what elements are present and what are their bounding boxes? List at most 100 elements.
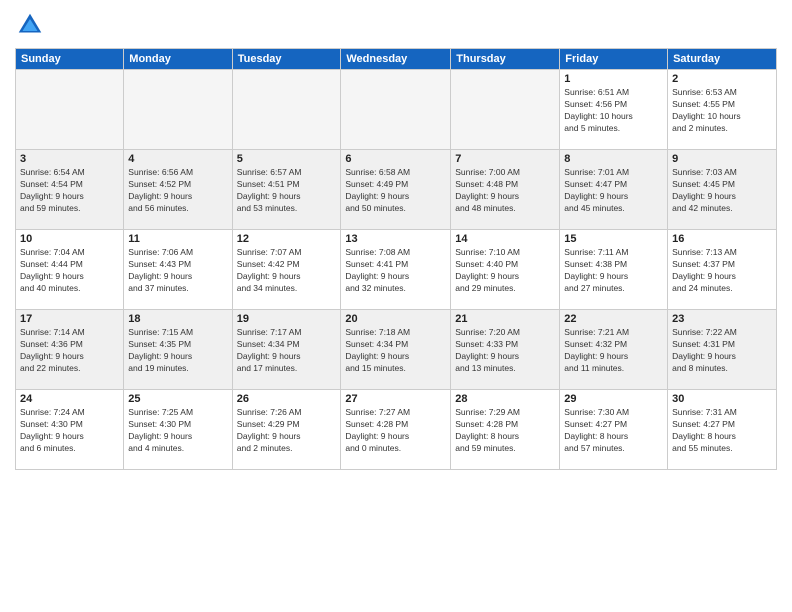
day-info: Sunrise: 7:10 AMSunset: 4:40 PMDaylight:…	[455, 247, 555, 295]
calendar-cell: 30 Sunrise: 7:31 AMSunset: 4:27 PMDayligh…	[668, 390, 777, 470]
calendar: SundayMondayTuesdayWednesdayThursdayFrid…	[15, 48, 777, 470]
calendar-cell: 5 Sunrise: 6:57 AMSunset: 4:51 PMDaylight…	[232, 150, 341, 230]
calendar-cell: 21 Sunrise: 7:20 AMSunset: 4:33 PMDayligh…	[451, 310, 560, 390]
calendar-cell: 29 Sunrise: 7:30 AMSunset: 4:27 PMDayligh…	[560, 390, 668, 470]
calendar-cell: 4 Sunrise: 6:56 AMSunset: 4:52 PMDaylight…	[124, 150, 232, 230]
day-number: 11	[128, 233, 227, 245]
day-info: Sunrise: 6:57 AMSunset: 4:51 PMDaylight:…	[237, 167, 337, 215]
day-number: 28	[455, 393, 555, 405]
calendar-cell: 24 Sunrise: 7:24 AMSunset: 4:30 PMDayligh…	[16, 390, 124, 470]
day-info: Sunrise: 7:24 AMSunset: 4:30 PMDaylight:…	[20, 407, 119, 455]
calendar-header-monday: Monday	[124, 49, 232, 70]
day-number: 1	[564, 73, 663, 85]
day-number: 22	[564, 313, 663, 325]
calendar-cell	[232, 70, 341, 150]
day-info: Sunrise: 7:08 AMSunset: 4:41 PMDaylight:…	[345, 247, 446, 295]
day-number: 17	[20, 313, 119, 325]
day-info: Sunrise: 7:03 AMSunset: 4:45 PMDaylight:…	[672, 167, 772, 215]
logo	[15, 10, 49, 40]
day-info: Sunrise: 7:15 AMSunset: 4:35 PMDaylight:…	[128, 327, 227, 375]
day-info: Sunrise: 7:21 AMSunset: 4:32 PMDaylight:…	[564, 327, 663, 375]
calendar-cell: 20 Sunrise: 7:18 AMSunset: 4:34 PMDayligh…	[341, 310, 451, 390]
day-number: 5	[237, 153, 337, 165]
day-info: Sunrise: 7:29 AMSunset: 4:28 PMDaylight:…	[455, 407, 555, 455]
day-info: Sunrise: 7:22 AMSunset: 4:31 PMDaylight:…	[672, 327, 772, 375]
page: SundayMondayTuesdayWednesdayThursdayFrid…	[0, 0, 792, 612]
day-number: 21	[455, 313, 555, 325]
calendar-week-3: 10Sunrise: 7:04 AMSunset: 4:44 PMDayligh…	[16, 230, 777, 310]
calendar-cell: 25 Sunrise: 7:25 AMSunset: 4:30 PMDayligh…	[124, 390, 232, 470]
calendar-cell: 1 Sunrise: 6:51 AMSunset: 4:56 PMDaylight…	[560, 70, 668, 150]
day-info: Sunrise: 7:13 AMSunset: 4:37 PMDaylight:…	[672, 247, 772, 295]
calendar-cell: 3Sunrise: 6:54 AMSunset: 4:54 PMDaylight…	[16, 150, 124, 230]
day-number: 15	[564, 233, 663, 245]
calendar-cell: 28 Sunrise: 7:29 AMSunset: 4:28 PMDayligh…	[451, 390, 560, 470]
calendar-cell: 22 Sunrise: 7:21 AMSunset: 4:32 PMDayligh…	[560, 310, 668, 390]
day-info: Sunrise: 7:14 AMSunset: 4:36 PMDaylight:…	[20, 327, 119, 375]
day-info: Sunrise: 7:00 AMSunset: 4:48 PMDaylight:…	[455, 167, 555, 215]
calendar-cell: 10Sunrise: 7:04 AMSunset: 4:44 PMDayligh…	[16, 230, 124, 310]
calendar-cell: 12 Sunrise: 7:07 AMSunset: 4:42 PMDayligh…	[232, 230, 341, 310]
calendar-week-1: 1 Sunrise: 6:51 AMSunset: 4:56 PMDaylight…	[16, 70, 777, 150]
calendar-cell: 16 Sunrise: 7:13 AMSunset: 4:37 PMDayligh…	[668, 230, 777, 310]
calendar-cell: 9 Sunrise: 7:03 AMSunset: 4:45 PMDaylight…	[668, 150, 777, 230]
calendar-header-tuesday: Tuesday	[232, 49, 341, 70]
day-number: 8	[564, 153, 663, 165]
day-number: 9	[672, 153, 772, 165]
day-number: 7	[455, 153, 555, 165]
day-number: 30	[672, 393, 772, 405]
day-number: 29	[564, 393, 663, 405]
day-number: 4	[128, 153, 227, 165]
day-info: Sunrise: 7:01 AMSunset: 4:47 PMDaylight:…	[564, 167, 663, 215]
day-info: Sunrise: 7:31 AMSunset: 4:27 PMDaylight:…	[672, 407, 772, 455]
day-info: Sunrise: 7:25 AMSunset: 4:30 PMDaylight:…	[128, 407, 227, 455]
day-number: 24	[20, 393, 119, 405]
calendar-cell: 23 Sunrise: 7:22 AMSunset: 4:31 PMDayligh…	[668, 310, 777, 390]
day-number: 19	[237, 313, 337, 325]
calendar-week-5: 24 Sunrise: 7:24 AMSunset: 4:30 PMDayligh…	[16, 390, 777, 470]
calendar-cell: 14 Sunrise: 7:10 AMSunset: 4:40 PMDayligh…	[451, 230, 560, 310]
calendar-cell: 6Sunrise: 6:58 AMSunset: 4:49 PMDaylight…	[341, 150, 451, 230]
calendar-header-friday: Friday	[560, 49, 668, 70]
calendar-cell	[451, 70, 560, 150]
calendar-cell	[341, 70, 451, 150]
day-number: 20	[345, 313, 446, 325]
calendar-cell: 19 Sunrise: 7:17 AMSunset: 4:34 PMDayligh…	[232, 310, 341, 390]
day-info: Sunrise: 7:20 AMSunset: 4:33 PMDaylight:…	[455, 327, 555, 375]
day-info: Sunrise: 7:17 AMSunset: 4:34 PMDaylight:…	[237, 327, 337, 375]
day-info: Sunrise: 7:26 AMSunset: 4:29 PMDaylight:…	[237, 407, 337, 455]
day-info: Sunrise: 7:30 AMSunset: 4:27 PMDaylight:…	[564, 407, 663, 455]
calendar-cell: 17 Sunrise: 7:14 AMSunset: 4:36 PMDayligh…	[16, 310, 124, 390]
calendar-cell: 18 Sunrise: 7:15 AMSunset: 4:35 PMDayligh…	[124, 310, 232, 390]
day-number: 6	[345, 153, 446, 165]
calendar-cell: 8 Sunrise: 7:01 AMSunset: 4:47 PMDaylight…	[560, 150, 668, 230]
calendar-header-saturday: Saturday	[668, 49, 777, 70]
day-number: 2	[672, 73, 772, 85]
calendar-cell: 13Sunrise: 7:08 AMSunset: 4:41 PMDayligh…	[341, 230, 451, 310]
day-number: 14	[455, 233, 555, 245]
calendar-cell: 7 Sunrise: 7:00 AMSunset: 4:48 PMDaylight…	[451, 150, 560, 230]
day-info: Sunrise: 6:51 AMSunset: 4:56 PMDaylight:…	[564, 87, 663, 135]
logo-icon	[15, 10, 45, 40]
day-info: Sunrise: 7:18 AMSunset: 4:34 PMDaylight:…	[345, 327, 446, 375]
day-number: 16	[672, 233, 772, 245]
calendar-cell: 2Sunrise: 6:53 AMSunset: 4:55 PMDaylight…	[668, 70, 777, 150]
day-info: Sunrise: 6:56 AMSunset: 4:52 PMDaylight:…	[128, 167, 227, 215]
calendar-cell: 26 Sunrise: 7:26 AMSunset: 4:29 PMDayligh…	[232, 390, 341, 470]
day-info: Sunrise: 6:54 AMSunset: 4:54 PMDaylight:…	[20, 167, 119, 215]
day-number: 12	[237, 233, 337, 245]
day-number: 26	[237, 393, 337, 405]
calendar-cell	[16, 70, 124, 150]
day-number: 10	[20, 233, 119, 245]
day-info: Sunrise: 7:11 AMSunset: 4:38 PMDaylight:…	[564, 247, 663, 295]
day-number: 27	[345, 393, 446, 405]
calendar-header-sunday: Sunday	[16, 49, 124, 70]
day-number: 23	[672, 313, 772, 325]
day-info: Sunrise: 7:07 AMSunset: 4:42 PMDaylight:…	[237, 247, 337, 295]
day-number: 25	[128, 393, 227, 405]
day-number: 18	[128, 313, 227, 325]
calendar-week-4: 17 Sunrise: 7:14 AMSunset: 4:36 PMDayligh…	[16, 310, 777, 390]
calendar-header-wednesday: Wednesday	[341, 49, 451, 70]
calendar-header-thursday: Thursday	[451, 49, 560, 70]
calendar-week-2: 3Sunrise: 6:54 AMSunset: 4:54 PMDaylight…	[16, 150, 777, 230]
